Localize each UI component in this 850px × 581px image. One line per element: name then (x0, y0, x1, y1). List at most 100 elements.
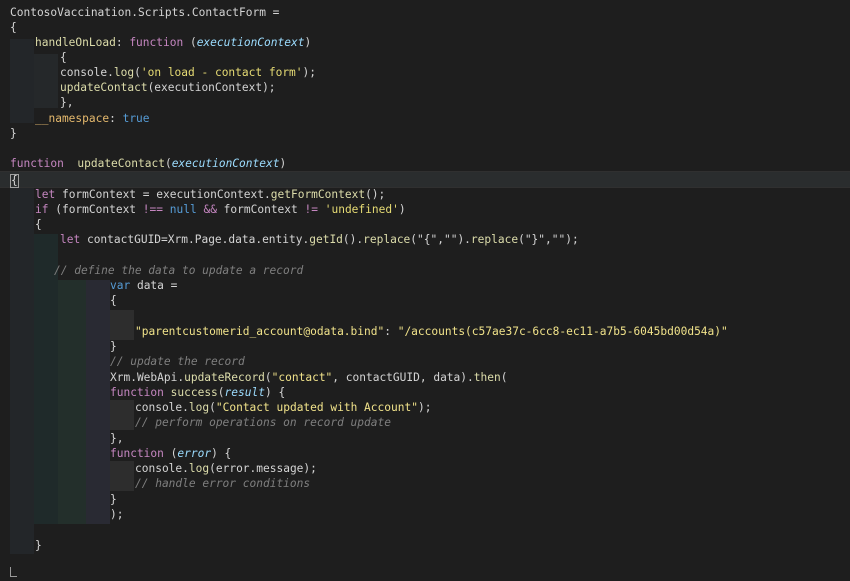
code-comment: // perform operations on record update (135, 416, 391, 429)
code-token: } (35, 539, 42, 552)
code-token: console (135, 401, 183, 414)
code-line[interactable]: // define the data to update a record (0, 263, 850, 278)
code-token: contactGUID=Xrm.Page.data.entity. (80, 233, 310, 246)
code-token: if (35, 203, 49, 216)
code-token: ContosoVaccination.Scripts.ContactForm = (10, 6, 280, 19)
code-token: var (110, 279, 131, 292)
code-line[interactable]: "parentcustomerid_account@odata.bind": "… (0, 324, 850, 339)
code-token: ) (304, 36, 312, 49)
code-line[interactable]: // handle error conditions (0, 476, 850, 491)
code-line[interactable]: __namespace: true (0, 111, 850, 126)
code-token: } (110, 493, 117, 506)
code-token: executionContext (171, 157, 280, 170)
code-token: }, (60, 96, 74, 109)
code-token: != (304, 203, 318, 216)
code-line[interactable]: { (0, 293, 850, 308)
code-line[interactable]: let contactGUID=Xrm.Page.data.entity.get… (0, 232, 850, 247)
code-token: true (122, 112, 150, 125)
code-token: log (113, 66, 135, 79)
code-line[interactable]: { (0, 50, 850, 65)
code-token: executionContext (196, 36, 305, 49)
code-token: } (110, 340, 117, 353)
fold-marker-icon[interactable] (10, 567, 17, 577)
current-line[interactable]: { (0, 171, 850, 188)
code-line[interactable]: function success(result) { (0, 385, 850, 400)
code-token: updateContact (60, 81, 148, 94)
code-token: ( (209, 401, 216, 414)
code-line[interactable]: ); (0, 507, 850, 522)
code-token: ( (163, 447, 178, 460)
code-token: ); (417, 401, 432, 414)
code-token: { (10, 174, 19, 188)
code-token: getId (309, 233, 343, 246)
code-token: formContext = executionContext. (55, 188, 271, 201)
code-line[interactable]: var data = (0, 278, 850, 293)
code-token: success (170, 386, 218, 399)
code-token: : (115, 36, 130, 49)
code-line[interactable]: console.log('on load - contact form'); (0, 65, 850, 80)
code-token: let (60, 233, 81, 246)
code-line[interactable]: let formContext = executionContext.getFo… (0, 187, 850, 202)
code-line[interactable]: Xrm.WebApi.updateRecord("contact", conta… (0, 370, 850, 385)
code-token: }, (110, 432, 124, 445)
code-line[interactable]: }, (0, 431, 850, 446)
code-line[interactable]: } (0, 339, 850, 354)
code-token: ("}",""); (518, 233, 579, 246)
code-token: ( (134, 66, 141, 79)
code-token: __namespace (35, 112, 110, 125)
code-token: error (177, 447, 212, 460)
code-token: log (188, 401, 210, 414)
code-token: ); (110, 508, 124, 521)
code-token: { (35, 218, 42, 231)
code-token: { (60, 51, 67, 64)
code-token: ( (264, 371, 272, 384)
code-token: "parentcustomerid_account@odata.bind" (135, 325, 385, 338)
code-line[interactable]: // perform operations on record update (0, 415, 850, 430)
code-line[interactable]: function updateContact(executionContext) (0, 156, 850, 171)
code-token: . (182, 401, 189, 414)
code-token: (error.message); (209, 462, 317, 475)
code-line[interactable]: function (error) { (0, 446, 850, 461)
code-token: ) { (211, 447, 232, 460)
code-line[interactable]: // update the record (0, 354, 850, 369)
code-token: let (35, 188, 56, 201)
code-comment: // define the data to update a record (54, 264, 304, 277)
code-token: 'undefined' (324, 203, 399, 216)
code-line[interactable]: ContosoVaccination.Scripts.ContactForm = (0, 5, 850, 20)
code-token: : (384, 325, 398, 338)
code-line[interactable]: } (0, 492, 850, 507)
code-token: function (129, 36, 184, 49)
code-token: updateRecord (184, 371, 265, 384)
code-token: formContext (216, 203, 305, 216)
code-token: : (109, 112, 123, 125)
code-line[interactable]: { (0, 217, 850, 232)
code-line[interactable]: console.log("Contact updated with Accoun… (0, 400, 850, 415)
code-line[interactable]: }, (0, 95, 850, 110)
code-editor[interactable]: ContosoVaccination.Scripts.ContactForm =… (0, 0, 850, 581)
code-token: ) { (264, 386, 286, 399)
code-token: replace (470, 233, 519, 246)
code-line[interactable]: handleOnLoad: function (executionContext… (0, 35, 850, 50)
code-token: console (60, 66, 108, 79)
code-token: null (169, 203, 197, 216)
code-line[interactable]: if (formContext !== null && formContext … (0, 202, 850, 217)
code-token: ) (279, 157, 287, 170)
code-line[interactable]: console.log(error.message); (0, 461, 850, 476)
code-token: "contact" (271, 371, 333, 384)
code-line[interactable]: updateContact(executionContext); (0, 80, 850, 95)
code-token: ( (183, 36, 197, 49)
code-token: updateContact (77, 157, 165, 170)
code-token: getFormContext (270, 188, 366, 201)
code-line[interactable]: } (0, 538, 850, 553)
code-token: data = (130, 279, 178, 292)
code-line[interactable]: } (0, 126, 850, 141)
code-token: . (107, 66, 114, 79)
code-token: then (473, 371, 501, 384)
code-token: ( (500, 371, 508, 384)
code-token: log (188, 462, 210, 475)
code-line[interactable]: { (0, 20, 850, 35)
code-token: Xrm.WebApi. (110, 371, 185, 384)
